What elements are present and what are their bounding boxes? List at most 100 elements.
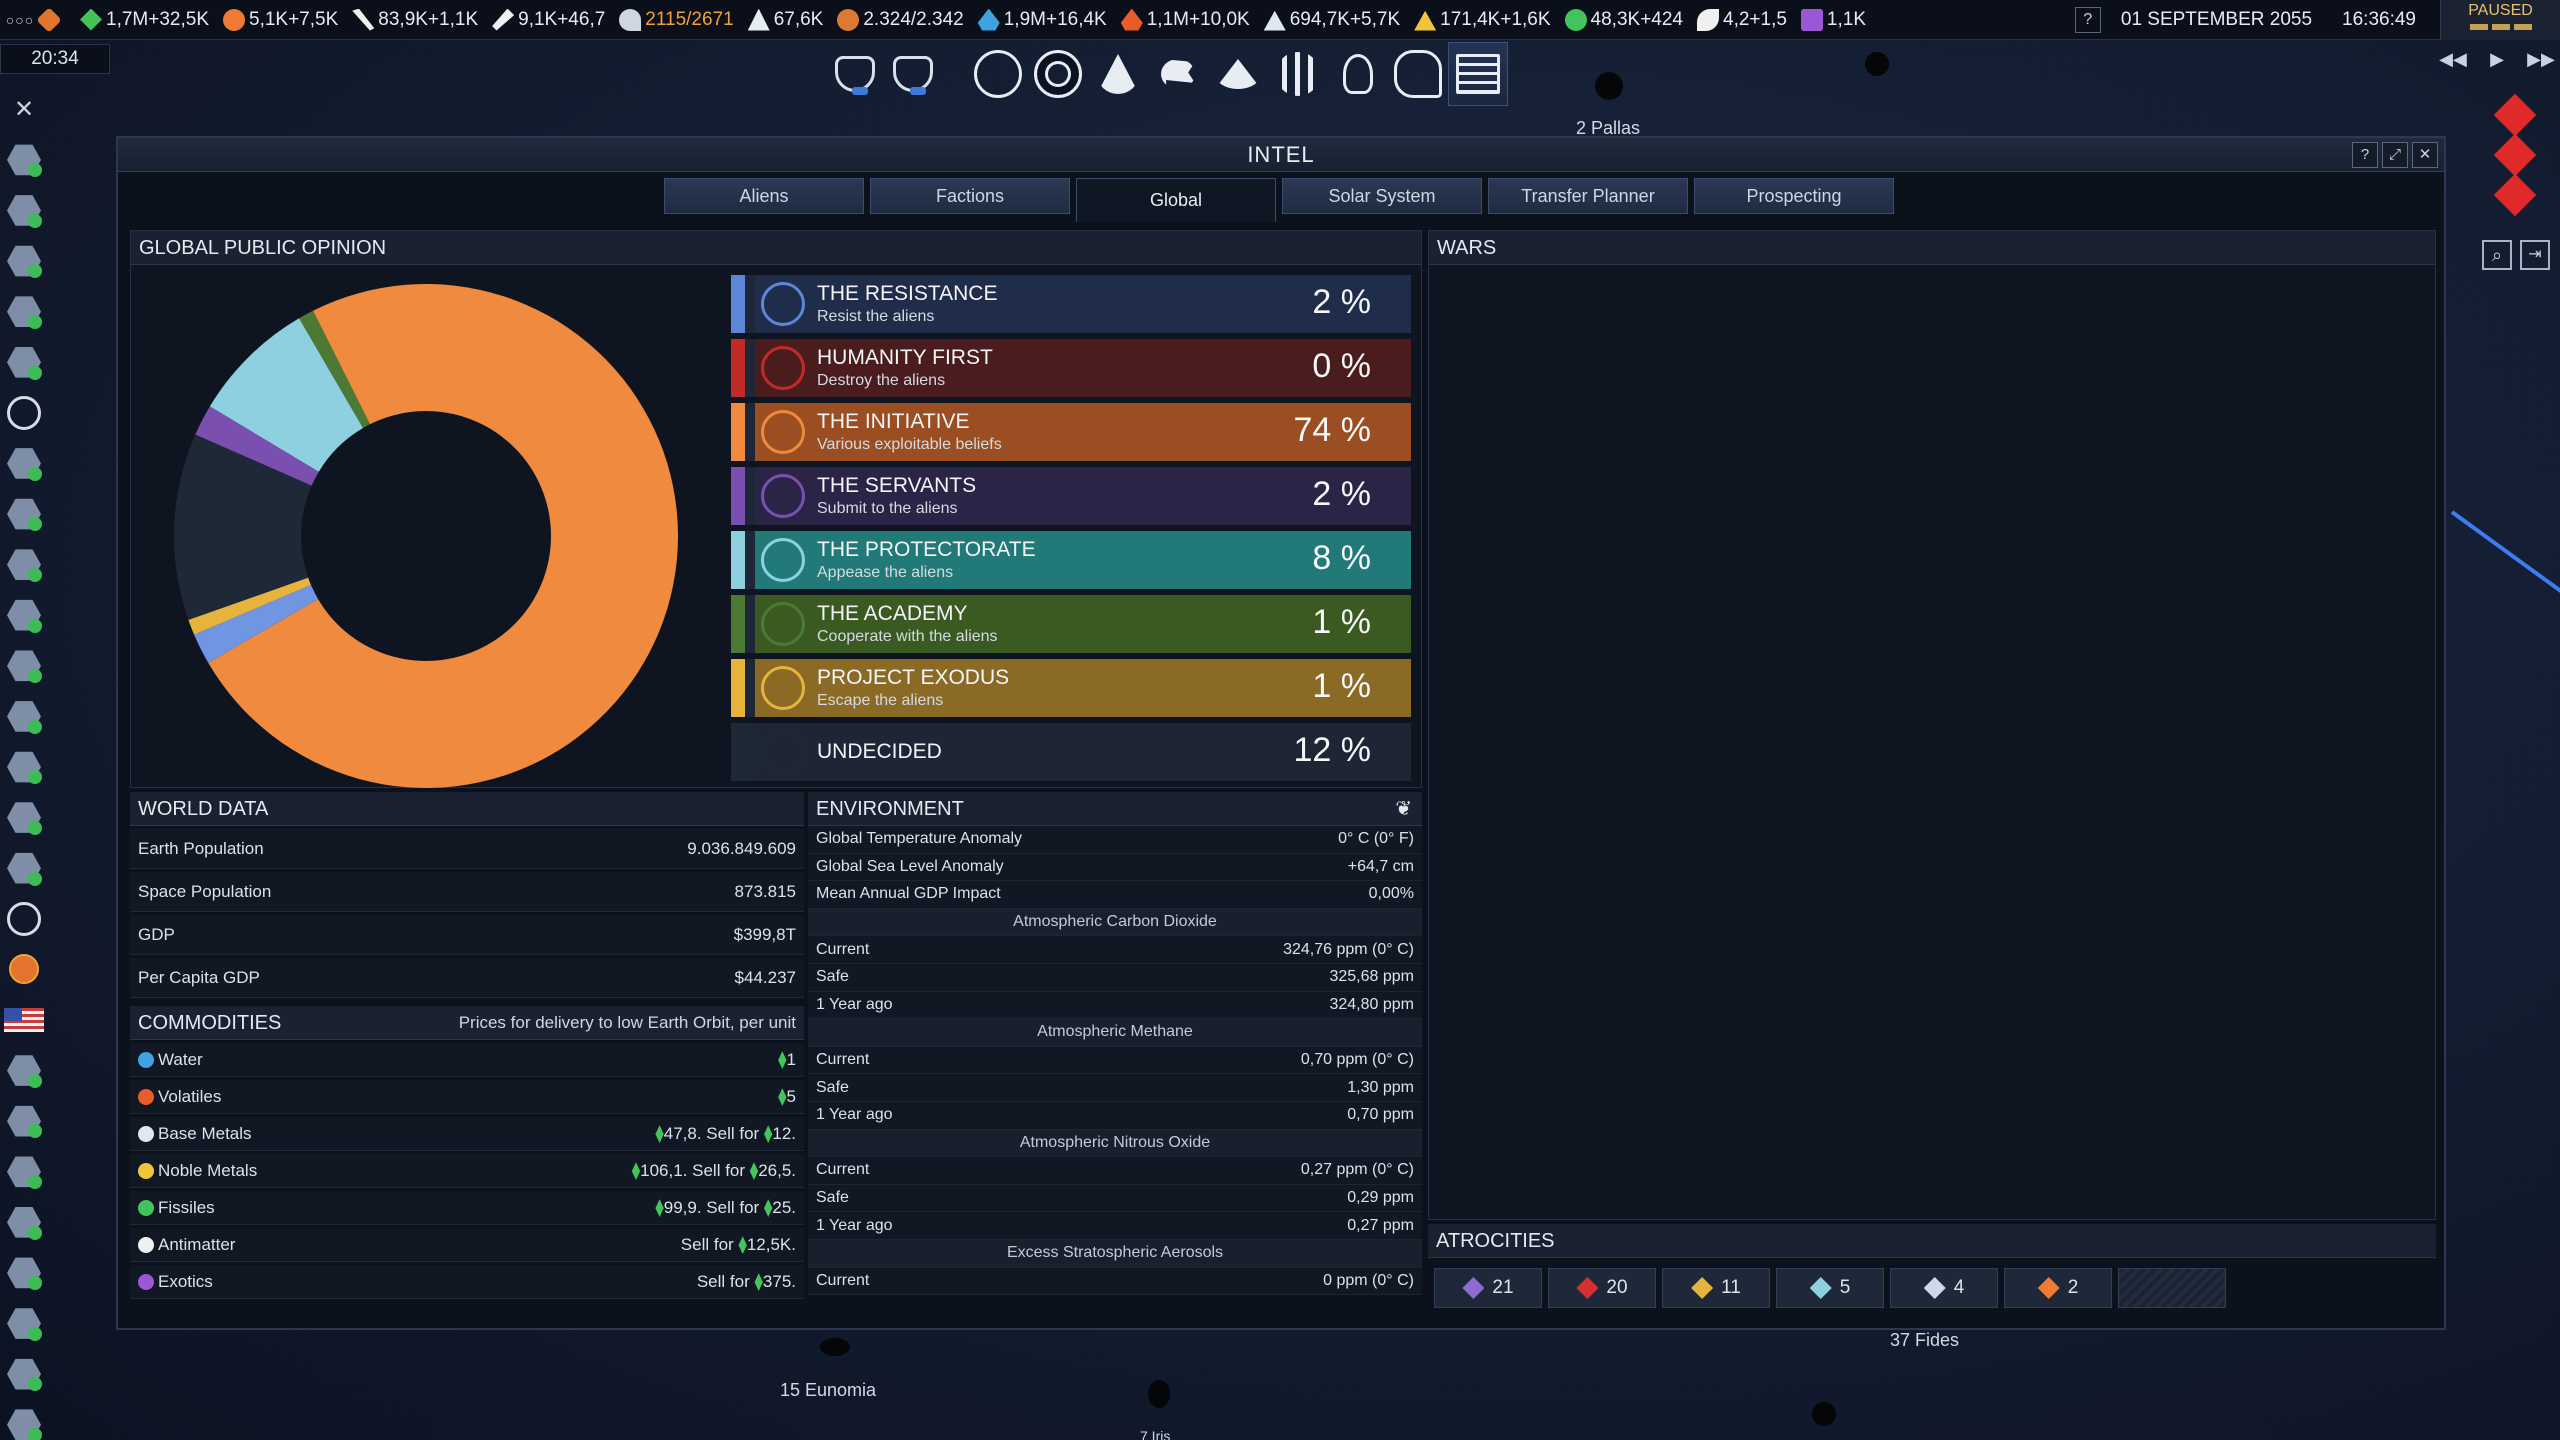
councilor-mission-button[interactable]	[0, 590, 48, 641]
undock-button[interactable]: ⤢	[2382, 142, 2408, 168]
councilor-mission-button[interactable]	[0, 1197, 48, 1248]
faction-percent: 2 %	[1312, 283, 1371, 321]
asteroid[interactable]	[1595, 72, 1623, 100]
councilor-mission-button[interactable]	[0, 337, 48, 388]
councilor-mission-button[interactable]	[0, 792, 48, 843]
policies-button[interactable]	[1268, 42, 1328, 106]
faction-percent: 8 %	[1312, 539, 1371, 577]
resource-cp[interactable]: 2.324/2.342	[837, 8, 964, 31]
tab-aliens[interactable]: Aliens	[664, 178, 864, 214]
orgs-button[interactable]	[1088, 42, 1148, 106]
help-button[interactable]: ?	[2352, 142, 2378, 168]
close-button[interactable]: ✕	[2412, 142, 2438, 168]
councilor-mission-button[interactable]	[0, 135, 48, 186]
timer-button[interactable]	[0, 894, 48, 945]
resource-noble[interactable]: 171,4K+1,6K	[1414, 9, 1551, 31]
resource-ops[interactable]: 5,1K+7,5K	[223, 8, 338, 31]
resource-control[interactable]: 2115/2671	[619, 8, 734, 31]
faction-button[interactable]	[0, 944, 48, 995]
map-label[interactable]: 7 Iris	[1140, 1428, 1170, 1440]
councilor-mission-button[interactable]	[0, 1146, 48, 1197]
sidebar-close[interactable]: ✕	[0, 84, 48, 135]
resource-volatiles[interactable]: 1,1M+10,0K	[1120, 8, 1250, 31]
tab-factions[interactable]: Factions	[870, 178, 1070, 214]
tab-global[interactable]: Global	[1076, 178, 1276, 222]
section-header: COMMODITIES	[138, 1012, 282, 1034]
resource-antimatter[interactable]: 4,2+1,5	[1697, 8, 1787, 31]
nation-button[interactable]	[0, 995, 48, 1046]
tab-solar-system[interactable]: Solar System	[1282, 178, 1482, 214]
intel-button[interactable]	[1028, 42, 1088, 106]
resource-influence[interactable]: 1,7M+32,5K	[80, 8, 209, 31]
resource-exotics[interactable]: 1,1K	[1800, 8, 1866, 31]
space-button[interactable]	[1208, 42, 1268, 106]
tab-transfer-planner[interactable]: Transfer Planner	[1488, 178, 1688, 214]
resource-fissiles[interactable]: 48,3K+424	[1564, 8, 1683, 31]
alert-marker-icon[interactable]	[2493, 93, 2537, 137]
timer-button[interactable]	[0, 388, 48, 439]
faction-row[interactable]: THE RESISTANCE Resist the aliens 2 %	[731, 275, 1411, 333]
map-label[interactable]: 15 Eunomia	[780, 1380, 876, 1401]
resource-boost[interactable]: 83,9K+1,1K	[352, 8, 478, 31]
play-icon[interactable]: ▶	[2478, 44, 2516, 74]
pause-indicator[interactable]: PAUSED	[2440, 0, 2560, 40]
faction-row[interactable]: HUMANITY FIRST Destroy the aliens 0 %	[731, 339, 1411, 397]
councilor-button-1[interactable]	[830, 49, 880, 99]
councilor-button-2[interactable]	[888, 49, 938, 99]
alert-marker-icon[interactable]	[2493, 133, 2537, 177]
resource-research[interactable]: 67,6K	[747, 8, 823, 31]
councilor-mission-button[interactable]	[0, 742, 48, 793]
council-button[interactable]	[1388, 42, 1448, 106]
councilor-mission-button[interactable]	[0, 1399, 48, 1440]
asteroid[interactable]	[1865, 52, 1889, 76]
alert-marker-icon[interactable]	[2493, 173, 2537, 217]
slow-down-icon[interactable]: ◀◀	[2434, 44, 2472, 74]
tab-prospecting[interactable]: Prospecting	[1694, 178, 1894, 214]
map-label[interactable]: 37 Fides	[1890, 1330, 1959, 1351]
councilor-mission-button[interactable]	[0, 185, 48, 236]
search-icon[interactable]: ⌕	[2482, 240, 2512, 270]
faction-row[interactable]: THE SERVANTS Submit to the aliens 2 %	[731, 467, 1411, 525]
faction-icon[interactable]	[36, 6, 66, 33]
collapse-icon[interactable]: ⇥	[2520, 240, 2550, 270]
resource-water[interactable]: 1,9M+16,4K	[977, 8, 1107, 31]
atrocity-counter[interactable]: 21	[1434, 1268, 1542, 1308]
menu-icon[interactable]: ○○○	[0, 12, 40, 28]
resource-value: 1,1M+10,0K	[1146, 8, 1250, 30]
atrocity-counter[interactable]: 5	[1776, 1268, 1884, 1308]
councilor-mission-button[interactable]	[0, 236, 48, 287]
asteroid[interactable]	[820, 1338, 850, 1356]
councilor-mission-button[interactable]	[0, 1096, 48, 1147]
resource-missions[interactable]: 9,1K+46,7	[492, 8, 605, 31]
councilor-mission-button[interactable]	[0, 1045, 48, 1096]
atrocity-counter[interactable]: 4	[1890, 1268, 1998, 1308]
councilor-mission-button[interactable]	[0, 1349, 48, 1400]
atrocity-counter[interactable]: 2	[2004, 1268, 2112, 1308]
nations-button[interactable]	[968, 42, 1028, 106]
log-button[interactable]	[1448, 42, 1508, 106]
resource-metals[interactable]: 694,7K+5,7K	[1263, 9, 1400, 31]
councilor-mission-button[interactable]	[0, 438, 48, 489]
help-button[interactable]: ?	[2074, 7, 2101, 33]
faction-row[interactable]: PROJECT EXODUS Escape the aliens 1 %	[731, 659, 1411, 717]
asteroid[interactable]	[1812, 1402, 1836, 1426]
atrocity-counter[interactable]: 11	[1662, 1268, 1770, 1308]
councilor-mission-button[interactable]	[0, 489, 48, 540]
councilor-mission-button[interactable]	[0, 286, 48, 337]
asteroid[interactable]	[1148, 1380, 1170, 1408]
faction-row[interactable]: UNDECIDED 12 %	[731, 723, 1411, 781]
research-button[interactable]	[1328, 42, 1388, 106]
atrocity-counter[interactable]: 20	[1548, 1268, 1656, 1308]
objectives-button[interactable]	[1148, 42, 1208, 106]
councilor-mission-button[interactable]	[0, 1298, 48, 1349]
councilor-mission-button[interactable]	[0, 843, 48, 894]
faction-row[interactable]: THE INITIATIVE Various exploitable belief…	[731, 403, 1411, 461]
faction-row[interactable]: THE ACADEMY Cooperate with the aliens 1 %	[731, 595, 1411, 653]
faction-row[interactable]: THE PROTECTORATE Appease the aliens 8 %	[731, 531, 1411, 589]
councilor-mission-button[interactable]	[0, 539, 48, 590]
councilor-mission-button[interactable]	[0, 691, 48, 742]
antimatter-icon	[1697, 8, 1719, 31]
fast-forward-icon[interactable]: ▶▶	[2522, 44, 2560, 74]
councilor-mission-button[interactable]	[0, 641, 48, 692]
councilor-mission-button[interactable]	[0, 1248, 48, 1299]
